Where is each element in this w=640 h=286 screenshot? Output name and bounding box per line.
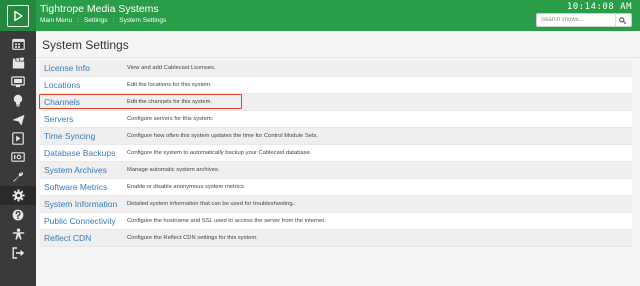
channels-link[interactable]: Channels [40,97,127,107]
calendar-icon [11,38,25,50]
sidebar-item-tools[interactable] [0,167,36,186]
search-button[interactable] [615,14,629,26]
settings-row-license-info: License Info View and add Cablecast Lice… [40,60,632,77]
sidebar-item-publish[interactable] [0,110,36,129]
app-logo[interactable] [0,0,36,31]
servers-description: Configure servers for this system. [127,116,214,122]
io-icon [11,152,25,162]
title-divider [36,57,640,58]
sidebar-item-help[interactable] [0,205,36,224]
search-box [536,13,632,27]
system-archives-link[interactable]: System Archives [40,165,127,175]
database-backups-link[interactable]: Database Backups [40,148,127,158]
sidebar [0,31,36,286]
breadcrumb-separator: : [77,17,79,24]
person-icon [12,228,24,240]
search-input[interactable] [537,14,615,26]
settings-list: License Info View and add Cablecast Lice… [40,60,632,247]
sidebar-item-io[interactable] [0,148,36,167]
breadcrumb: Main Menu : Settings : System Settings [40,17,166,24]
system-information-link[interactable]: System Information [40,199,127,209]
screen-icon [11,75,25,87]
settings-row-database-backups: Database Backups Configure the system to… [40,145,632,162]
license-info-link[interactable]: License Info [40,63,127,73]
locations-description: Edit the locations for this system. [127,82,212,88]
breadcrumb-settings[interactable]: Settings [84,17,108,24]
time-syncing-description: Configure how often this system updates … [127,133,319,139]
sidebar-item-schedule[interactable] [0,34,36,53]
settings-row-public-connectivity: Public Connectivity Configure the hostna… [40,213,632,230]
sidebar-item-logout[interactable] [0,243,36,262]
settings-row-servers: Servers Configure servers for this syste… [40,111,632,128]
breadcrumb-separator: : [112,17,115,24]
settings-row-time-syncing: Time Syncing Configure how often this sy… [40,128,632,145]
settings-row-system-archives: System Archives Manage automatic system … [40,162,632,179]
gear-icon [12,189,24,202]
app-window: Tightrope Media Systems Main Menu : Sett… [0,0,640,286]
system-archives-description: Manage automatic system archives. [127,167,220,173]
reflect-cdn-description: Configure the Reflect CDN settings for t… [127,235,258,241]
license-info-description: View and add Cablecast Licenses. [127,65,216,71]
software-metrics-link[interactable]: Software Metrics [40,182,127,192]
sidebar-item-media[interactable] [0,129,36,148]
page-title: System Settings [42,38,129,52]
breadcrumb-system-settings[interactable]: System Settings [119,17,166,24]
public-connectivity-link[interactable]: Public Connectivity [40,216,127,226]
settings-row-reflect-cdn: Reflect CDN Configure the Reflect CDN se… [40,230,632,247]
system-information-description: Detailed system information that can be … [127,201,295,207]
servers-link[interactable]: Servers [40,114,127,124]
breadcrumb-main-menu[interactable]: Main Menu [40,17,72,24]
public-connectivity-description: Configure the hostname and SSL used to a… [127,218,326,224]
main-content: System Settings License Info View and ad… [36,31,640,286]
sidebar-item-shows[interactable] [0,53,36,72]
film-icon [12,132,24,145]
sidebar-item-digital-files[interactable] [0,72,36,91]
settings-row-software-metrics: Software Metrics Enable or disable anony… [40,179,632,196]
send-icon [12,114,24,125]
sidebar-item-ideas[interactable] [0,91,36,110]
settings-row-system-information: System Information Detailed system infor… [40,196,632,213]
clapperboard-icon [12,56,24,68]
app-title: Tightrope Media Systems [40,3,159,15]
time-syncing-link[interactable]: Time Syncing [40,131,127,141]
lightbulb-icon [13,94,23,107]
help-icon [12,209,24,220]
locations-link[interactable]: Locations [40,80,127,90]
wrench-icon [13,171,23,182]
reflect-cdn-link[interactable]: Reflect CDN [40,233,127,243]
sidebar-item-settings[interactable] [0,186,36,205]
sidebar-item-users[interactable] [0,224,36,243]
database-backups-description: Configure the system to automatically ba… [127,150,312,156]
settings-row-channels: Channels Edit the channels for this syst… [40,94,632,111]
channels-description: Edit the channels for this system. [127,99,213,105]
play-logo-icon [7,4,29,27]
clock: 10:14:08 AM [566,2,632,12]
settings-row-locations: Locations Edit the locations for this sy… [40,77,632,94]
top-header: Tightrope Media Systems Main Menu : Sett… [0,0,640,31]
search-icon [619,16,626,24]
logout-icon [12,246,24,259]
software-metrics-description: Enable or disable anonymous system metri… [127,184,246,190]
